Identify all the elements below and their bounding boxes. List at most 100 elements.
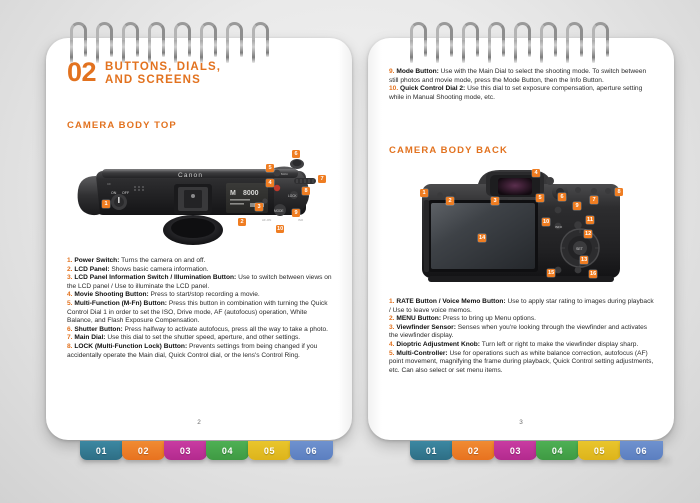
callout-5: 5 <box>536 194 544 202</box>
item-number: 4. <box>67 291 73 299</box>
callout-7: 7 <box>590 196 598 204</box>
tab-label: 05 <box>263 445 276 456</box>
tab-label: 03 <box>179 445 192 456</box>
item-term: Power Switch: <box>74 257 120 264</box>
callout-12: 12 <box>584 230 593 238</box>
svg-text:ON: ON <box>111 191 117 195</box>
page-number-left: 2 <box>197 419 201 426</box>
item-term: Main Dial: <box>74 334 106 342</box>
item-text: Press to bring up Menu options. <box>441 315 536 323</box>
camera-body-back-figure: INFO SET 1 2 3 4 5 6 7 8 9 10 11 12 13 1… <box>408 164 634 286</box>
callout-14: 14 <box>478 234 487 242</box>
callout-9: 9 <box>292 209 300 217</box>
list-item: 6. Shutter Button: Press halfway to acti… <box>67 326 334 335</box>
camera-body-back-image: INFO SET <box>422 170 620 282</box>
left-page: 02 BUTTONS, DIALS, AND SCREENS CAMERA BO… <box>46 38 352 440</box>
list-item: 5. Multi-Function (M-Fn) Button: Press t… <box>67 300 334 326</box>
svg-text:INFO: INFO <box>555 225 563 229</box>
callout-8: 8 <box>302 187 310 195</box>
right-page: 9. Mode Button: Use with the Main Dial t… <box>368 38 674 440</box>
tab-04[interactable]: 04 <box>206 441 249 460</box>
camera-body-top-figure: Canon ON OFF M 8000 LOCK MODE M-Fn AF-ON… <box>66 138 332 250</box>
svg-text:OFF: OFF <box>122 191 130 195</box>
list-item: 7. Main Dial: Use this dial to set the s… <box>67 334 334 343</box>
item-text: Press halfway to activate autofocus, pre… <box>122 325 328 333</box>
tab-01[interactable]: 01 <box>80 441 123 460</box>
tab-label: 03 <box>509 445 522 456</box>
callout-2: 2 <box>238 218 246 226</box>
tab-06[interactable]: 06 <box>290 441 333 460</box>
list-item: 5. Multi-Controller: Use for operations … <box>389 350 656 376</box>
chapter-title: BUTTONS, DIALS, AND SCREENS <box>105 60 221 86</box>
callout-16: 16 <box>589 270 598 278</box>
list-item: 10. Quick Control Dial 2: Use this dial … <box>389 85 656 102</box>
tab-label: 05 <box>593 445 606 456</box>
item-number: 4. <box>389 340 395 348</box>
tab-02[interactable]: 02 <box>452 441 495 460</box>
item-text: Use this dial to set the shutter speed, … <box>105 334 301 342</box>
tab-label: 06 <box>305 445 318 456</box>
item-term: LCD Panel: <box>74 265 110 273</box>
item-number: 1. <box>67 257 73 264</box>
tab-04[interactable]: 04 <box>536 441 579 460</box>
page-number-right: 3 <box>519 419 523 426</box>
callout-6: 6 <box>558 193 566 201</box>
callout-15: 15 <box>547 269 556 277</box>
item-term: LOCK (Multi-Function Lock) Button: <box>74 342 188 350</box>
svg-text:AF-ON: AF-ON <box>262 218 271 222</box>
tab-06[interactable]: 06 <box>620 441 663 460</box>
callout-10: 10 <box>542 218 551 226</box>
chapter-header: 02 BUTTONS, DIALS, AND SCREENS <box>67 59 334 86</box>
item-term: Movie Shooting Button: <box>74 291 149 299</box>
item-number: 7. <box>67 334 73 342</box>
section-heading-camera-body-top: CAMERA BODY TOP <box>67 120 177 131</box>
callout-3: 3 <box>491 197 499 205</box>
tab-label: 02 <box>137 445 150 456</box>
item-text: Turn left or right to make the viewfinde… <box>479 340 639 348</box>
item-term: LCD Panel Information Switch / Illuminat… <box>74 274 237 282</box>
chapter-title-line-1: BUTTONS, DIALS, <box>105 61 222 73</box>
tab-05[interactable]: 05 <box>248 441 291 460</box>
callout-8: 8 <box>615 188 623 196</box>
item-text: Press to start/stop recording a movie. <box>148 291 260 299</box>
item-number: 5. <box>67 299 73 307</box>
tab-01[interactable]: 01 <box>410 441 453 460</box>
callout-4: 4 <box>266 179 274 187</box>
item-number: 6. <box>67 325 73 333</box>
list-item: 2. LCD Panel: Shows basic camera informa… <box>67 266 334 275</box>
item-text: Turns the camera on and off. <box>119 257 206 264</box>
callout-13: 13 <box>580 256 589 264</box>
tab-label: 06 <box>635 445 648 456</box>
item-number: 8. <box>67 342 73 350</box>
callout-11: 11 <box>586 216 594 224</box>
svg-text:LOCK: LOCK <box>288 194 298 198</box>
list-item: 1. Power Switch: Turns the camera on and… <box>67 257 334 266</box>
tab-03[interactable]: 03 <box>494 441 537 460</box>
tab-02[interactable]: 02 <box>122 441 165 460</box>
tab-strip-left: 01 02 03 04 05 06 <box>80 441 333 460</box>
tab-label: 02 <box>467 445 480 456</box>
item-number: 1. <box>389 298 395 305</box>
tab-05[interactable]: 05 <box>578 441 621 460</box>
list-item: 2. MENU Button: Press to bring up Menu o… <box>389 315 656 324</box>
tab-label: 04 <box>221 445 234 456</box>
item-number: 3. <box>67 274 73 282</box>
svg-text:8000: 8000 <box>243 190 259 197</box>
item-term: Shutter Button: <box>74 325 123 333</box>
camera-body-top-list: 1. Power Switch: Turns the camera on and… <box>67 257 334 360</box>
svg-text:M-Fn: M-Fn <box>281 172 288 176</box>
continued-list-top: 9. Mode Button: Use with the Main Dial t… <box>389 68 656 102</box>
tab-strip-right: 01 02 03 04 05 06 <box>410 441 663 460</box>
item-term: RATE Button / Voice Memo Button: <box>396 298 506 305</box>
tab-03[interactable]: 03 <box>164 441 207 460</box>
callout-1: 1 <box>102 200 110 208</box>
callout-7: 7 <box>318 175 326 183</box>
svg-text:SET: SET <box>576 247 584 251</box>
callout-6: 6 <box>292 150 300 158</box>
chapter-title-line-2: AND SCREENS <box>105 73 201 86</box>
item-number: 2. <box>389 315 395 323</box>
callout-10: 10 <box>276 225 285 233</box>
item-term: Multi-Controller: <box>396 349 448 357</box>
tab-label: 01 <box>425 445 438 456</box>
item-term: Mode Button: <box>396 68 439 75</box>
